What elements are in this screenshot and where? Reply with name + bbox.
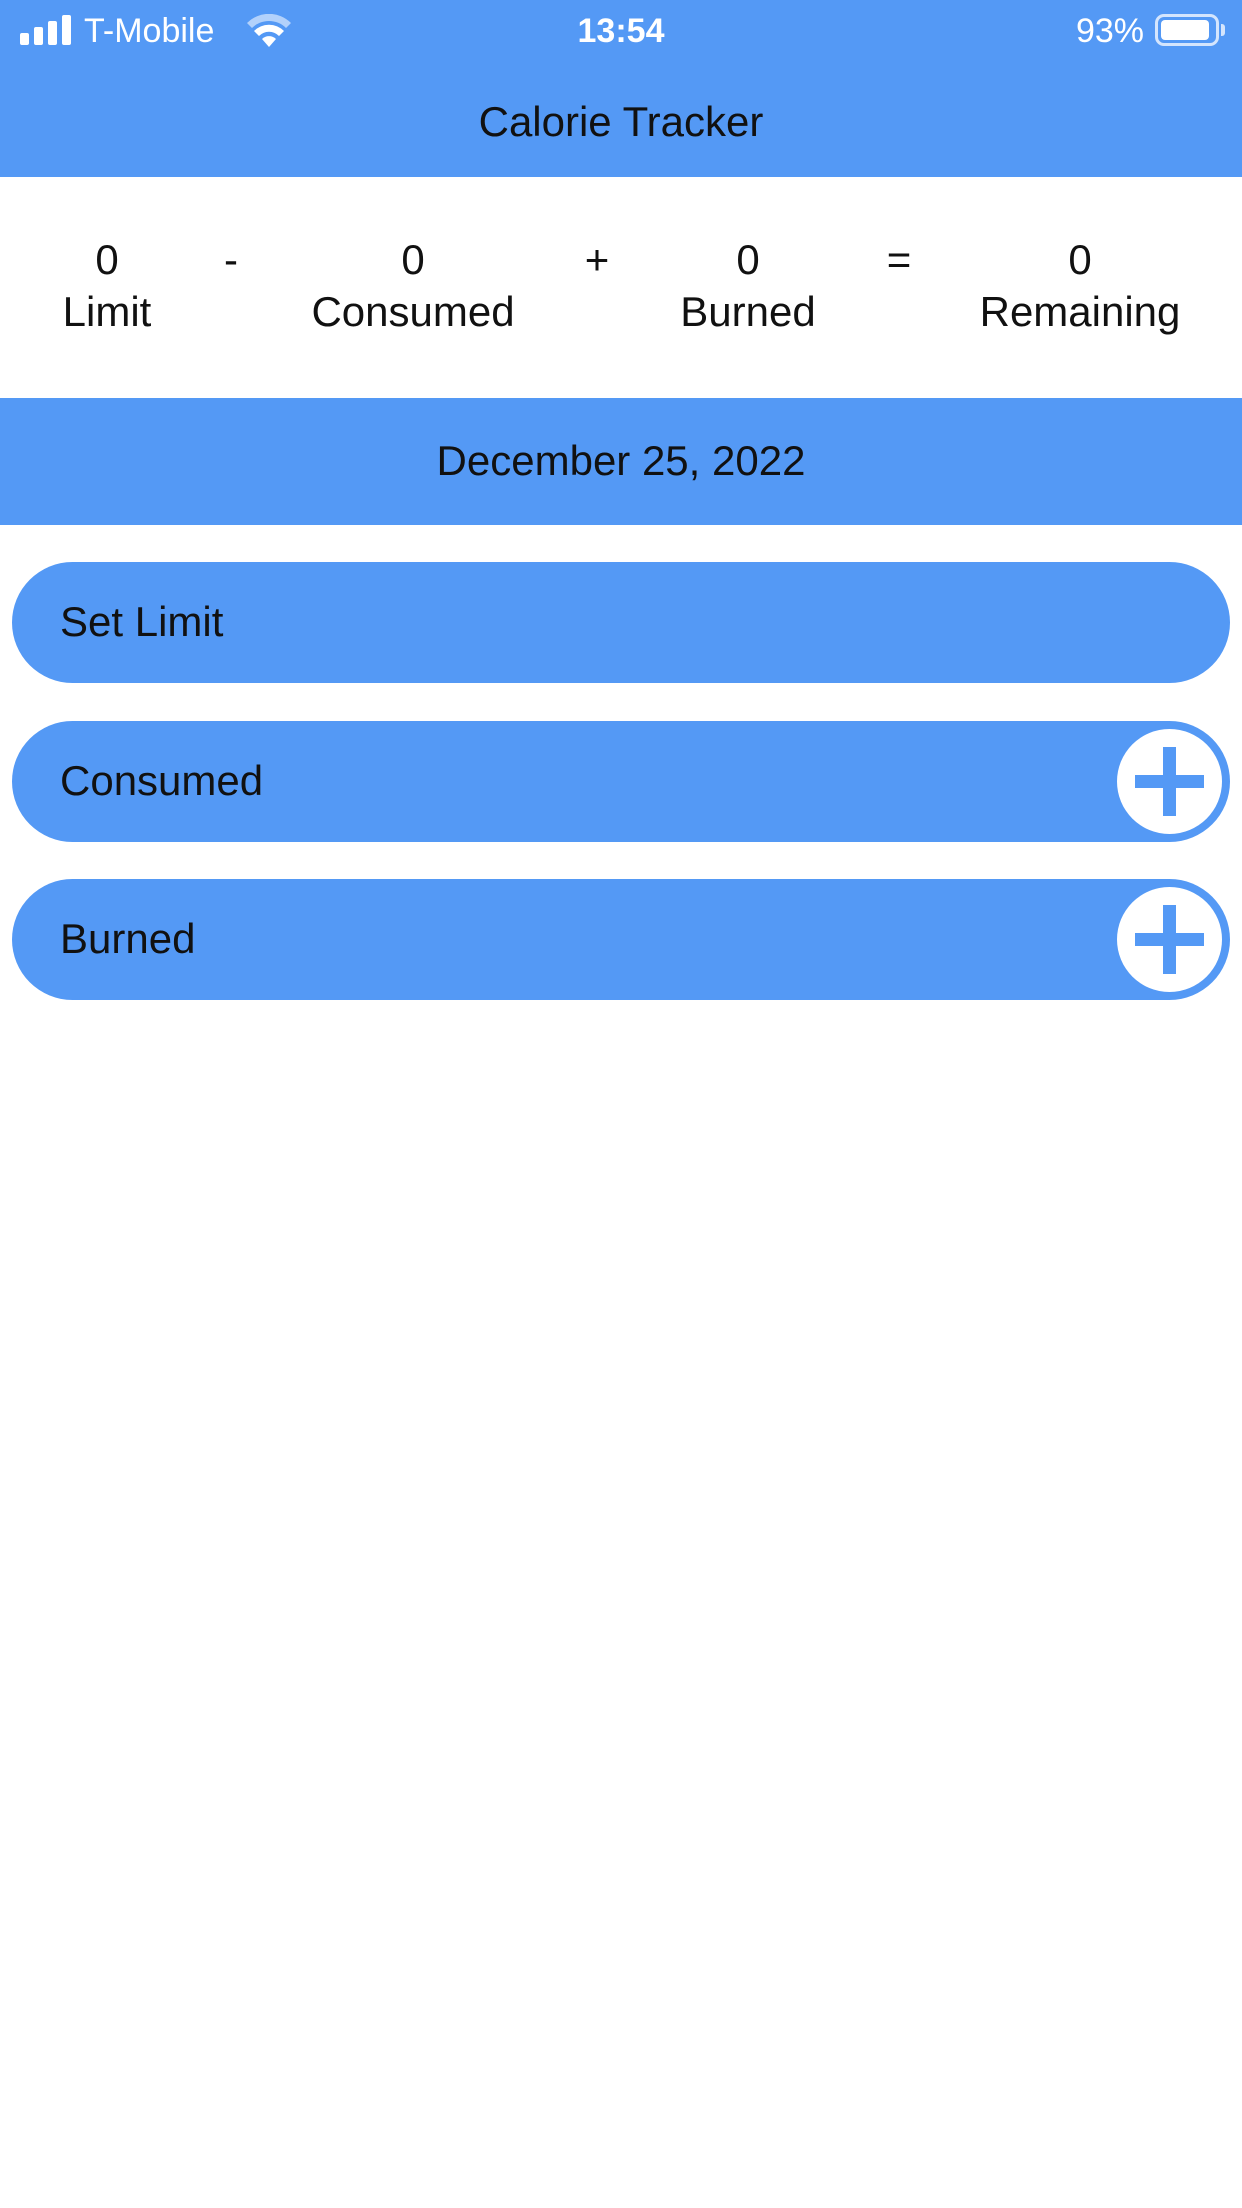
battery-tip [1221, 24, 1225, 36]
plus-icon-vertical [1163, 747, 1176, 816]
burned-stat: 0 Burned [618, 234, 878, 338]
set-limit-label: Set Limit [60, 598, 224, 645]
burned-row-label: Burned [60, 915, 196, 962]
battery-icon [1155, 14, 1219, 46]
minus-operator: - [224, 236, 238, 283]
battery-level [1161, 20, 1209, 40]
add-burned-button[interactable] [1117, 887, 1222, 992]
remaining-value: 0 [1068, 236, 1092, 283]
set-limit-button[interactable]: Set Limit [12, 562, 1230, 683]
consumed-row-label: Consumed [60, 757, 264, 804]
burned-value: 0 [736, 236, 760, 283]
date-label: December 25, 2022 [436, 437, 806, 484]
app-header: T-Mobile 13:54 93% Calorie Tracker [0, 0, 1242, 177]
burned-label: Burned [680, 288, 816, 335]
consumed-stat: 0 Consumed [283, 234, 543, 338]
page-title: Calorie Tracker [478, 98, 764, 145]
status-time: 13:54 [577, 12, 665, 50]
remaining-label: Remaining [979, 288, 1181, 335]
plus-icon-vertical [1163, 905, 1176, 974]
consumed-value: 0 [401, 236, 425, 283]
calorie-summary: 0 Limit - 0 Consumed + 0 Burned = 0 Rema… [0, 177, 1242, 398]
status-bar: T-Mobile 13:54 93% [0, 0, 1242, 62]
burned-row[interactable]: Burned [12, 879, 1230, 1000]
battery-percent: 93% [1075, 12, 1144, 50]
limit-label: Limit [62, 288, 152, 335]
remaining-stat: 0 Remaining [950, 234, 1210, 338]
date-selector[interactable]: December 25, 2022 [0, 398, 1242, 525]
consumed-label: Consumed [311, 288, 515, 335]
consumed-row[interactable]: Consumed [12, 721, 1230, 842]
add-consumed-button[interactable] [1117, 729, 1222, 834]
equals-operator: = [886, 236, 912, 283]
